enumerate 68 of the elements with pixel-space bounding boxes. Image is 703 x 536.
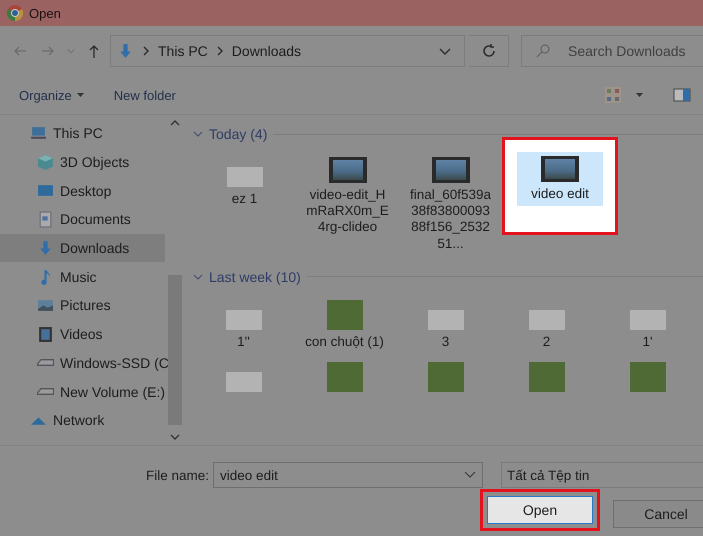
sidebar-item[interactable]: Downloads — [0, 234, 165, 262]
file-item[interactable]: 1'' — [193, 294, 294, 356]
sidebar-item[interactable]: 3D Objects — [0, 148, 165, 176]
browser-logo-icon — [7, 5, 23, 21]
photo-placeholder — [428, 362, 464, 392]
search-field[interactable]: Search Downloads — [521, 35, 703, 67]
file-name-label: File name: — [146, 468, 210, 482]
sidebar-item[interactable]: Pictures — [0, 291, 165, 320]
refresh-button[interactable] — [469, 35, 509, 67]
video-thumbnail — [328, 157, 366, 183]
breadcrumb[interactable]: Downloads — [232, 43, 302, 59]
file-item[interactable]: video-edit_HmRaRX0m_E4rg-clideo — [296, 151, 399, 258]
document-thumbnail — [428, 310, 464, 330]
dialog-button[interactable]: Cancel — [613, 500, 703, 528]
view-caret-icon[interactable] — [636, 92, 643, 98]
view-options-icon[interactable] — [604, 86, 622, 104]
file-item[interactable]: final_60f539a38f8380009388f156_253251... — [399, 151, 502, 258]
caret-icon — [76, 92, 84, 98]
document-thumbnail — [226, 310, 262, 330]
document-thumbnail — [226, 372, 262, 392]
photo-placeholder — [326, 362, 362, 392]
file-item[interactable]: video edit — [502, 137, 618, 235]
breadcrumb[interactable]: This PC — [158, 43, 208, 59]
refresh-icon — [480, 43, 496, 59]
file-item[interactable]: 1' — [597, 294, 698, 356]
sidebar-item[interactable]: Desktop — [0, 176, 165, 206]
address-bar[interactable]: This PC Downloads — [110, 35, 465, 67]
video-thumbnail — [541, 156, 579, 182]
photo-placeholder — [528, 362, 564, 392]
photo-placeholder — [630, 362, 666, 392]
file-item[interactable]: 3 — [395, 294, 496, 356]
preview-pane-icon[interactable] — [673, 88, 691, 102]
file-item[interactable]: con chuột (1) — [294, 294, 395, 356]
group-header[interactable]: Last week (10) — [209, 268, 301, 285]
drive-icon — [37, 388, 54, 396]
collapse-chevron-icon[interactable] — [193, 130, 203, 138]
sidebar-item[interactable]: This PC — [0, 119, 165, 148]
dropdown-caret-icon[interactable] — [438, 46, 452, 56]
sidebar-item[interactable]: Music — [0, 262, 165, 292]
organize-menu[interactable]: Organize — [19, 88, 84, 102]
cube-icon — [37, 154, 54, 171]
scroll-up-icon[interactable] — [170, 119, 180, 126]
sidebar-item[interactable]: New Volume (E:) — [0, 377, 165, 406]
sidebar-item[interactable]: Documents — [0, 205, 165, 234]
document-thumbnail — [226, 167, 262, 187]
file-type-dropdown[interactable]: Tất cả Tệp tin — [501, 462, 703, 488]
chevron-icon — [142, 46, 150, 56]
caret-icon[interactable] — [464, 471, 476, 479]
group-header[interactable]: Today (4) — [209, 126, 268, 142]
photo-placeholder — [326, 300, 362, 330]
window-title: Open — [29, 6, 61, 20]
search-icon — [535, 43, 551, 59]
file-item[interactable]: ez 1 — [193, 151, 296, 258]
film-icon — [37, 326, 54, 343]
new-folder-button[interactable]: New folder — [114, 88, 176, 102]
computer-icon — [30, 124, 47, 142]
collapse-chevron-icon[interactable] — [193, 272, 203, 281]
scroll-down-icon[interactable] — [170, 434, 180, 441]
video-thumbnail — [432, 157, 470, 183]
file-item[interactable]: 2 — [496, 294, 597, 356]
chevron-icon — [216, 46, 224, 56]
sidebar-item[interactable]: Network — [0, 406, 165, 435]
document-icon — [37, 210, 54, 228]
sidebar-item[interactable]: Videos — [0, 320, 165, 348]
file-name-field[interactable]: video edit — [213, 462, 484, 488]
document-thumbnail — [528, 310, 564, 330]
document-thumbnail — [630, 310, 666, 330]
drive-icon — [37, 359, 54, 366]
